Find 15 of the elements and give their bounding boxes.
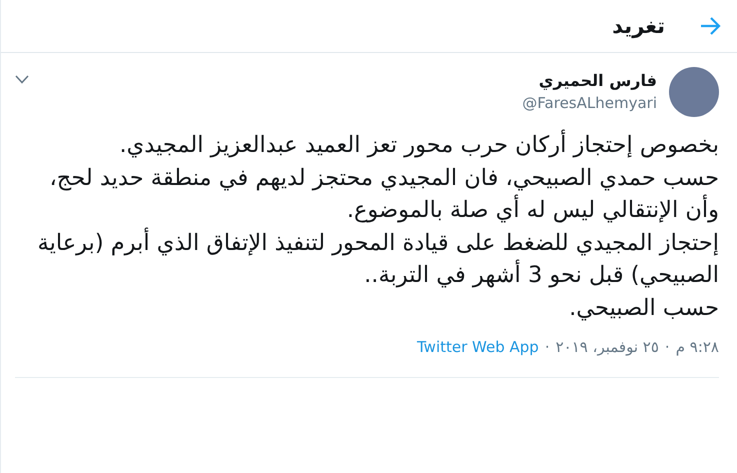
page-title: تغريد [612, 14, 665, 38]
avatar[interactable] [669, 67, 719, 117]
source-link[interactable]: Twitter Web App [417, 338, 539, 377]
tweet-text: بخصوص إحتجاز أركان حرب محور تعز العميد عبدالعزيز المجيدي. [15, 129, 719, 162]
forward-arrow-icon[interactable] [699, 16, 721, 36]
author-handle[interactable]: @FaresALhemyari [41, 92, 657, 114]
tweet-text: حسب حمدي الصبيحي، فان المجيدي محتجز لديهم في منطقة حديد لحج، وأن الإنتقالي ليس له أي صلة بالموضوع. [48, 164, 719, 225]
tweet-date[interactable]: ٢٥ نوفمبر، ٢٠١٩ [556, 338, 659, 377]
separator-dot: · [664, 338, 670, 358]
tweet-text: إحتجاز المجيدي للضغط على قيادة المحور لتنفيذ الإتفاق الذي أبرم (برعاية الصبيحي) قبل نحو 3 أشهر في التربة.. [36, 226, 719, 290]
author-name[interactable]: فارس الحميري [41, 70, 657, 92]
tweet-time[interactable]: ٩:٢٨ م [676, 338, 719, 377]
chevron-down-icon[interactable] [15, 75, 29, 84]
separator-dot: · [544, 338, 550, 358]
tweet-text: حسب الصبيحي. [568, 294, 719, 322]
